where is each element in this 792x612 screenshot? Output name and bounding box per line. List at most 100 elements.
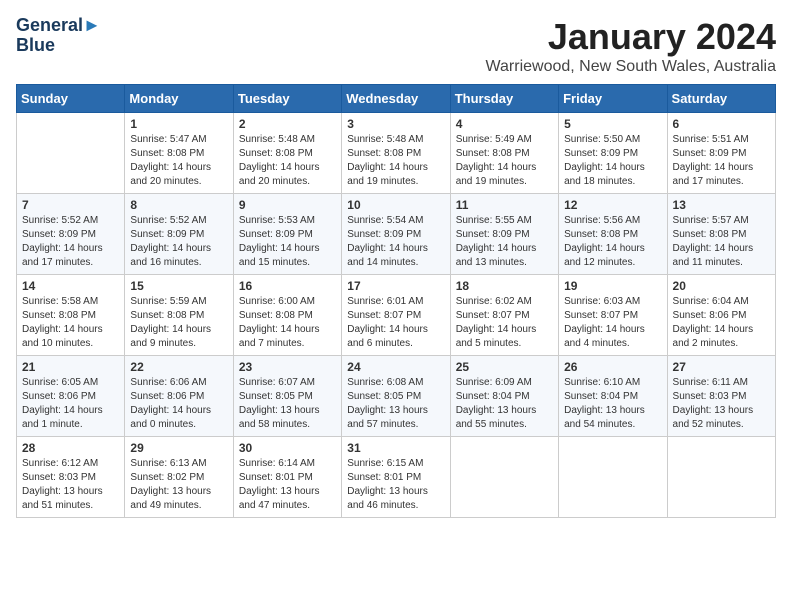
logo: General►Blue: [16, 16, 101, 56]
calendar-cell: 14 Sunrise: 5:58 AMSunset: 8:08 PMDayligh…: [17, 275, 125, 356]
cell-sun-info: Sunrise: 5:48 AMSunset: 8:08 PMDaylight:…: [347, 133, 444, 189]
cell-date-number: 21: [22, 360, 119, 374]
cell-date-number: 26: [564, 360, 661, 374]
calendar-cell: 15 Sunrise: 5:59 AMSunset: 8:08 PMDayligh…: [125, 275, 233, 356]
cell-sun-info: Sunrise: 5:57 AMSunset: 8:08 PMDaylight:…: [673, 214, 770, 270]
header: General►Blue January 2024 Warriewood, Ne…: [16, 16, 776, 76]
week-row-3: 21 Sunrise: 6:05 AMSunset: 8:06 PMDayligh…: [17, 356, 776, 437]
cell-sun-info: Sunrise: 5:51 AMSunset: 8:09 PMDaylight:…: [673, 133, 770, 189]
calendar-cell: 12 Sunrise: 5:56 AMSunset: 8:08 PMDayligh…: [559, 194, 667, 275]
cell-date-number: 2: [239, 117, 336, 131]
calendar-cell: 18Sunrise: 6:02 AMSunset: 8:07 PMDayligh…: [450, 275, 558, 356]
cell-date-number: 19: [564, 279, 661, 293]
cell-date-number: 3: [347, 117, 444, 131]
calendar-cell: [450, 437, 558, 518]
calendar-cell: 8 Sunrise: 5:52 AMSunset: 8:09 PMDaylight…: [125, 194, 233, 275]
cell-date-number: 30: [239, 441, 336, 455]
cell-sun-info: Sunrise: 5:49 AMSunset: 8:08 PMDaylight:…: [456, 133, 553, 189]
cell-sun-info: Sunrise: 6:11 AMSunset: 8:03 PMDaylight:…: [673, 376, 770, 432]
calendar-cell: 21 Sunrise: 6:05 AMSunset: 8:06 PMDayligh…: [17, 356, 125, 437]
calendar-cell: 24 Sunrise: 6:08 AMSunset: 8:05 PMDayligh…: [342, 356, 450, 437]
calendar-cell: 13 Sunrise: 5:57 AMSunset: 8:08 PMDayligh…: [667, 194, 775, 275]
calendar-cell: [17, 113, 125, 194]
cell-sun-info: Sunrise: 6:05 AMSunset: 8:06 PMDaylight:…: [22, 376, 119, 432]
calendar-cell: 25 Sunrise: 6:09 AMSunset: 8:04 PMDayligh…: [450, 356, 558, 437]
cell-sun-info: Sunrise: 6:12 AMSunset: 8:03 PMDaylight:…: [22, 457, 119, 513]
cell-sun-info: Sunrise: 6:13 AMSunset: 8:02 PMDaylight:…: [130, 457, 227, 513]
cell-sun-info: Sunrise: 6:14 AMSunset: 8:01 PMDaylight:…: [239, 457, 336, 513]
cell-date-number: 10: [347, 198, 444, 212]
calendar-cell: 31 Sunrise: 6:15 AMSunset: 8:01 PMDayligh…: [342, 437, 450, 518]
cell-date-number: 7: [22, 198, 119, 212]
calendar-cell: 19Sunrise: 6:03 AMSunset: 8:07 PMDayligh…: [559, 275, 667, 356]
cell-date-number: 5: [564, 117, 661, 131]
cell-sun-info: Sunrise: 5:48 AMSunset: 8:08 PMDaylight:…: [239, 133, 336, 189]
cell-sun-info: Sunrise: 6:00 AMSunset: 8:08 PMDaylight:…: [239, 295, 336, 351]
cell-sun-info: Sunrise: 5:52 AMSunset: 8:09 PMDaylight:…: [130, 214, 227, 270]
day-header-wednesday: Wednesday: [342, 85, 450, 113]
cell-sun-info: Sunrise: 5:53 AMSunset: 8:09 PMDaylight:…: [239, 214, 336, 270]
cell-date-number: 23: [239, 360, 336, 374]
calendar-cell: 2 Sunrise: 5:48 AMSunset: 8:08 PMDaylight…: [233, 113, 341, 194]
week-row-2: 14 Sunrise: 5:58 AMSunset: 8:08 PMDayligh…: [17, 275, 776, 356]
cell-date-number: 29: [130, 441, 227, 455]
cell-sun-info: Sunrise: 6:15 AMSunset: 8:01 PMDaylight:…: [347, 457, 444, 513]
calendar-cell: 26Sunrise: 6:10 AMSunset: 8:04 PMDayligh…: [559, 356, 667, 437]
cell-sun-info: Sunrise: 6:01 AMSunset: 8:07 PMDaylight:…: [347, 295, 444, 351]
day-header-thursday: Thursday: [450, 85, 558, 113]
cell-date-number: 15: [130, 279, 227, 293]
cell-sun-info: Sunrise: 6:09 AMSunset: 8:04 PMDaylight:…: [456, 376, 553, 432]
day-header-monday: Monday: [125, 85, 233, 113]
calendar-cell: 30 Sunrise: 6:14 AMSunset: 8:01 PMDayligh…: [233, 437, 341, 518]
cell-sun-info: Sunrise: 5:58 AMSunset: 8:08 PMDaylight:…: [22, 295, 119, 351]
calendar-cell: 28Sunrise: 6:12 AMSunset: 8:03 PMDayligh…: [17, 437, 125, 518]
cell-date-number: 27: [673, 360, 770, 374]
cell-date-number: 16: [239, 279, 336, 293]
day-header-sunday: Sunday: [17, 85, 125, 113]
cell-date-number: 8: [130, 198, 227, 212]
cell-date-number: 20: [673, 279, 770, 293]
calendar-cell: 11 Sunrise: 5:55 AMSunset: 8:09 PMDayligh…: [450, 194, 558, 275]
cell-sun-info: Sunrise: 6:08 AMSunset: 8:05 PMDaylight:…: [347, 376, 444, 432]
calendar-cell: 16 Sunrise: 6:00 AMSunset: 8:08 PMDayligh…: [233, 275, 341, 356]
cell-sun-info: Sunrise: 5:54 AMSunset: 8:09 PMDaylight:…: [347, 214, 444, 270]
calendar-cell: 1Sunrise: 5:47 AMSunset: 8:08 PMDaylight…: [125, 113, 233, 194]
cell-date-number: 4: [456, 117, 553, 131]
cell-sun-info: Sunrise: 6:02 AMSunset: 8:07 PMDaylight:…: [456, 295, 553, 351]
day-header-tuesday: Tuesday: [233, 85, 341, 113]
calendar-cell: 22Sunrise: 6:06 AMSunset: 8:06 PMDayligh…: [125, 356, 233, 437]
cell-date-number: 25: [456, 360, 553, 374]
calendar-cell: 4 Sunrise: 5:49 AMSunset: 8:08 PMDaylight…: [450, 113, 558, 194]
cell-sun-info: Sunrise: 5:47 AMSunset: 8:08 PMDaylight:…: [130, 133, 227, 189]
cell-sun-info: Sunrise: 5:59 AMSunset: 8:08 PMDaylight:…: [130, 295, 227, 351]
cell-date-number: 14: [22, 279, 119, 293]
cell-date-number: 17: [347, 279, 444, 293]
week-row-1: 7 Sunrise: 5:52 AMSunset: 8:09 PMDaylight…: [17, 194, 776, 275]
cell-sun-info: Sunrise: 5:50 AMSunset: 8:09 PMDaylight:…: [564, 133, 661, 189]
cell-date-number: 6: [673, 117, 770, 131]
calendar-cell: [559, 437, 667, 518]
calendar-cell: 23 Sunrise: 6:07 AMSunset: 8:05 PMDayligh…: [233, 356, 341, 437]
calendar-header-row: SundayMondayTuesdayWednesdayThursdayFrid…: [17, 85, 776, 113]
calendar-cell: 10 Sunrise: 5:54 AMSunset: 8:09 PMDayligh…: [342, 194, 450, 275]
cell-sun-info: Sunrise: 6:04 AMSunset: 8:06 PMDaylight:…: [673, 295, 770, 351]
cell-sun-info: Sunrise: 5:52 AMSunset: 8:09 PMDaylight:…: [22, 214, 119, 270]
calendar-cell: 3 Sunrise: 5:48 AMSunset: 8:08 PMDaylight…: [342, 113, 450, 194]
cell-date-number: 11: [456, 198, 553, 212]
cell-date-number: 31: [347, 441, 444, 455]
cell-date-number: 12: [564, 198, 661, 212]
day-header-friday: Friday: [559, 85, 667, 113]
cell-sun-info: Sunrise: 5:56 AMSunset: 8:08 PMDaylight:…: [564, 214, 661, 270]
calendar-cell: 29 Sunrise: 6:13 AMSunset: 8:02 PMDayligh…: [125, 437, 233, 518]
cell-date-number: 9: [239, 198, 336, 212]
calendar-cell: 6 Sunrise: 5:51 AMSunset: 8:09 PMDaylight…: [667, 113, 775, 194]
month-title: January 2024: [486, 16, 776, 58]
logo-text: General►Blue: [16, 16, 101, 56]
cell-sun-info: Sunrise: 6:07 AMSunset: 8:05 PMDaylight:…: [239, 376, 336, 432]
week-row-4: 28Sunrise: 6:12 AMSunset: 8:03 PMDayligh…: [17, 437, 776, 518]
cell-date-number: 13: [673, 198, 770, 212]
cell-date-number: 24: [347, 360, 444, 374]
calendar-cell: 5 Sunrise: 5:50 AMSunset: 8:09 PMDaylight…: [559, 113, 667, 194]
cell-sun-info: Sunrise: 5:55 AMSunset: 8:09 PMDaylight:…: [456, 214, 553, 270]
location-title: Warriewood, New South Wales, Australia: [486, 58, 776, 76]
